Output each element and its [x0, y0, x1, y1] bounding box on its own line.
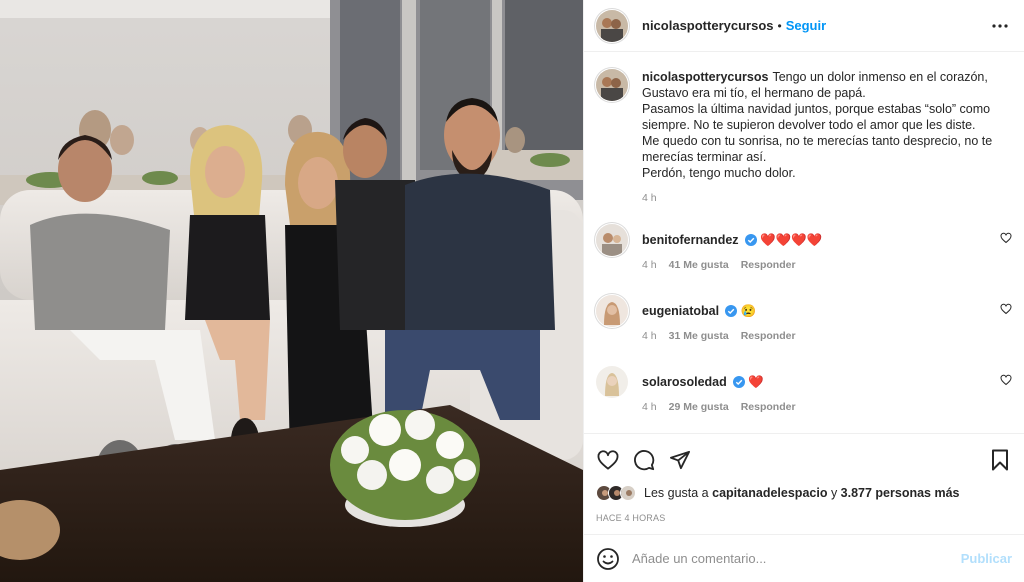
action-icons-row — [584, 434, 1024, 478]
comment-text: ❤️❤️❤️❤️ — [760, 233, 823, 247]
more-options-icon[interactable] — [988, 14, 1012, 38]
reply-button[interactable]: Responder — [741, 401, 796, 413]
caption-time[interactable]: 4 h — [642, 192, 657, 204]
comment-time[interactable]: 4 h — [642, 330, 657, 342]
reply-button[interactable]: Responder — [741, 330, 796, 342]
comment-time[interactable]: 4 h — [642, 259, 657, 271]
comment-text: 😢 — [740, 304, 757, 318]
verified-badge-icon — [732, 376, 745, 388]
comment-input[interactable] — [632, 551, 961, 566]
comment-text-block: eugeniatobal 😢 — [642, 303, 1002, 319]
comment-likes[interactable]: 29 Me gusta — [669, 401, 729, 413]
comment-username[interactable]: solarosoledad — [642, 375, 727, 389]
likes-text: Les gusta a capitanadelespacio y 3.877 p… — [644, 486, 960, 500]
liker-avatar — [620, 485, 636, 501]
like-heart-icon[interactable] — [596, 448, 620, 472]
reply-button[interactable]: Responder — [741, 259, 796, 271]
likes-user-link[interactable]: capitanadelespacio — [712, 486, 827, 500]
likes-others-link[interactable]: 3.877 personas más — [841, 486, 960, 500]
comment-like-heart-icon[interactable] — [1000, 374, 1012, 386]
post-photo[interactable] — [0, 0, 583, 582]
comment-meta: 4 h 31 Me gusta Responder — [642, 330, 1002, 342]
comment-username[interactable]: eugeniatobal — [642, 304, 719, 318]
comment-avatar[interactable] — [596, 366, 628, 398]
post-header: nicolaspotterycursos • Seguir — [584, 0, 1024, 52]
comment-time[interactable]: 4 h — [642, 401, 657, 413]
caption-text-block: nicolaspotterycursos Tengo un dolor inmen… — [642, 69, 1002, 181]
comment-meta: 4 h 41 Me gusta Responder — [642, 259, 1002, 271]
comments-list[interactable]: nicolaspotterycursos Tengo un dolor inmen… — [584, 53, 1024, 433]
comment-item: eugeniatobal 😢 4 h 31 Me gusta Responder — [596, 295, 1012, 342]
comment-username[interactable]: benitofernandez — [642, 233, 739, 247]
likes-summary: Les gusta a capitanadelespacio y 3.877 p… — [584, 482, 1024, 504]
caption: nicolaspotterycursos Tengo un dolor inmen… — [596, 69, 1012, 204]
instagram-post: nicolaspotterycursos • Seguir nicolaspot… — [0, 0, 1024, 582]
add-comment-form: Publicar — [584, 534, 1024, 582]
family-photo-illustration — [0, 0, 583, 582]
follow-button[interactable]: Seguir — [786, 18, 826, 33]
likes-prefix: Les gusta a — [644, 486, 709, 500]
comment-like-heart-icon[interactable] — [1000, 232, 1012, 244]
posted-time[interactable]: HACE 4 HORAS — [584, 510, 1024, 526]
comment-avatar[interactable] — [596, 224, 628, 256]
comment-text-block: benitofernandez ❤️❤️❤️❤️ — [642, 232, 1002, 248]
share-paper-plane-icon[interactable] — [668, 448, 692, 472]
post-actions-section: Les gusta a capitanadelespacio y 3.877 p… — [584, 433, 1024, 526]
comment-text-block: solarosoledad ❤️ — [642, 374, 1002, 390]
comment-avatar[interactable] — [596, 295, 628, 327]
caption-author-avatar[interactable] — [596, 69, 628, 101]
caption-text: Tengo un dolor inmenso en el corazón, Gu… — [642, 70, 993, 180]
comment-item: solarosoledad ❤️ 4 h 29 Me gusta Respond… — [596, 366, 1012, 413]
comment-meta: 4 h 29 Me gusta Responder — [642, 401, 1002, 413]
likes-middle: y — [830, 486, 838, 500]
comment-bubble-icon[interactable] — [632, 448, 656, 472]
header-separator: • — [777, 18, 782, 33]
author-avatar[interactable] — [596, 9, 628, 42]
verified-badge-icon — [744, 234, 757, 246]
verified-badge-icon — [725, 305, 738, 317]
comment-likes[interactable]: 31 Me gusta — [669, 330, 729, 342]
comment-text: ❤️ — [748, 375, 764, 389]
caption-meta: 4 h — [642, 192, 1002, 204]
publish-button[interactable]: Publicar — [961, 551, 1012, 566]
post-side-panel: nicolaspotterycursos • Seguir nicolaspot… — [583, 0, 1024, 582]
author-username[interactable]: nicolaspotterycursos — [642, 18, 774, 33]
save-bookmark-icon[interactable] — [988, 448, 1012, 472]
caption-username[interactable]: nicolaspotterycursos — [642, 70, 768, 84]
liker-avatars — [596, 485, 636, 501]
comment-item: benitofernandez ❤️❤️❤️❤️ 4 h 41 Me gusta… — [596, 224, 1012, 271]
emoji-smiley-icon[interactable] — [596, 547, 620, 571]
comment-like-heart-icon[interactable] — [1000, 303, 1012, 315]
comment-likes[interactable]: 41 Me gusta — [669, 259, 729, 271]
